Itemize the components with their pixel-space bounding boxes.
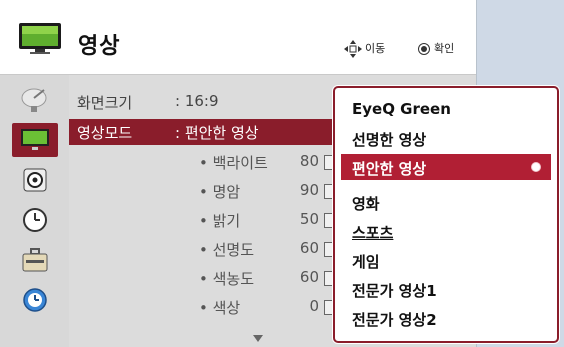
adjust-label: • 밝기 [199,212,241,230]
menu-sidebar [0,75,69,347]
mode-option[interactable]: EyeQ Green [341,96,551,122]
adjust-label: • 색농도 [199,270,255,288]
picture-mode-label: 영상모드 [77,124,133,142]
move-hint-label: 이동 [365,42,386,55]
mode-option[interactable]: 전문가 영상1 [341,276,551,302]
mode-option-selected[interactable]: 편안한 영상 [341,154,551,180]
mode-option-label: 게임 [352,253,380,271]
mode-option-label: 스포츠 [352,224,394,242]
sidebar-item-option[interactable] [12,243,58,277]
adjust-value: 50 [299,210,319,228]
mode-option[interactable]: 영화 [341,189,551,215]
adjust-label: • 백라이트 [199,154,268,172]
adjust-label: • 명암 [199,183,241,201]
adjust-value: 0 [309,297,319,315]
toolbox-option-icon [22,248,48,272]
sidebar-item-time[interactable] [12,203,58,237]
clock-time-icon [23,208,47,232]
mode-option-label: 편안한 영상 [352,160,427,178]
sidebar-item-picture[interactable] [12,123,58,157]
satellite-dish-icon [21,88,47,112]
move-hint: 이동 [344,40,385,58]
adjust-value: 60 [299,239,319,257]
tv-picture-icon [21,129,49,150]
scroll-down-arrow-icon[interactable] [253,335,263,342]
adjust-label: • 색상 [199,299,241,317]
adjust-value: 80 [299,152,319,170]
mode-option[interactable]: 전문가 영상2 [341,305,551,331]
ok-hint-label: 확인 [434,42,455,55]
mode-option-label: EyeQ Green [352,100,451,118]
ok-button-icon [418,43,430,55]
adjust-value: 60 [299,268,319,286]
mode-option[interactable]: 선명한 영상 [341,125,551,151]
page-title: 영상 [78,34,121,59]
menu-header: 영상 이동 확인 [0,0,476,75]
sidebar-item-network[interactable] [12,283,58,317]
mode-option-label: 영화 [352,195,380,213]
mode-option[interactable]: 게임 [341,247,551,273]
sidebar-item-channel[interactable] [12,83,58,117]
adjust-value: 90 [299,181,319,199]
navigation-arrows-icon [344,40,362,58]
aspect-ratio-value: : 16:9 [175,92,219,110]
adjust-label: • 선명도 [199,241,255,259]
aspect-ratio-label: 화면크기 [77,94,133,112]
speaker-audio-icon [23,168,47,192]
globe-network-icon [23,288,47,312]
tv-picture-icon [19,23,61,54]
mode-option[interactable]: 스포츠 [341,218,551,244]
mode-option-label: 전문가 영상2 [352,311,437,329]
ok-hint: 확인 [418,40,454,56]
mode-option-label: 선명한 영상 [352,131,427,149]
picture-mode-value: : 편안한 영상 [175,124,259,142]
picture-mode-dropdown: EyeQ Green 선명한 영상 편안한 영상 영화 스포츠 게임 전문가 영… [333,86,559,343]
sidebar-item-audio[interactable] [12,163,58,197]
mode-option-label: 전문가 영상1 [352,282,437,300]
